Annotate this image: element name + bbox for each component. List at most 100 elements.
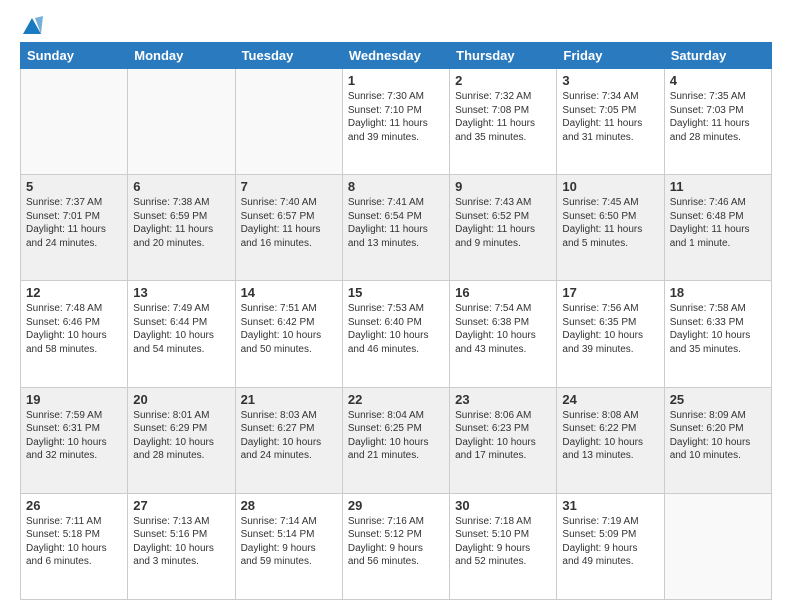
day-cell: 6Sunrise: 7:38 AM Sunset: 6:59 PM Daylig…: [128, 175, 235, 281]
day-cell: 25 Sunrise: 8:09 AM Sunset: 6:20 PM Dayli…: [664, 387, 771, 493]
day-cell: 2Sunrise: 7:32 AM Sunset: 7:08 PM Daylig…: [450, 69, 557, 175]
logo-icon: [21, 16, 43, 36]
day-number: 1: [348, 73, 444, 88]
day-number: 25: [670, 392, 766, 407]
day-info: Sunrise: 7:58 AM Sunset: 6:33 PM Dayligh…: [670, 302, 766, 356]
day-cell: 21 Sunrise: 8:03 AM Sunset: 6:27 PM Dayli…: [235, 387, 342, 493]
day-number: 16: [455, 285, 551, 300]
day-info: Sunrise: 8:06 AM Sunset: 6:23 PM Dayligh…: [455, 409, 551, 463]
day-info: Sunrise: 7:18 AM Sunset: 5:10 PM Dayligh…: [455, 515, 551, 569]
day-cell: 23Sunrise: 8:06 AM Sunset: 6:23 PM Dayli…: [450, 387, 557, 493]
day-info: Sunrise: 7:11 AM Sunset: 5:18 PM Dayligh…: [26, 515, 122, 569]
day-number: 30: [455, 498, 551, 513]
calendar-table: SundayMondayTuesdayWednesdayThursdayFrid…: [20, 42, 772, 600]
logo: [20, 16, 44, 32]
day-number: 8: [348, 179, 444, 194]
day-cell: 8 Sunrise: 7:41 AM Sunset: 6:54 PM Daylig…: [342, 175, 449, 281]
day-info: Sunrise: 8:03 AM Sunset: 6:27 PM Dayligh…: [241, 409, 337, 463]
day-info: Sunrise: 7:16 AM Sunset: 5:12 PM Dayligh…: [348, 515, 444, 569]
day-number: 11: [670, 179, 766, 194]
day-info: Sunrise: 7:59 AM Sunset: 6:31 PM Dayligh…: [26, 409, 122, 463]
day-cell: 28Sunrise: 7:14 AM Sunset: 5:14 PM Dayli…: [235, 493, 342, 599]
day-number: 26: [26, 498, 122, 513]
day-header-thursday: Thursday: [450, 43, 557, 69]
day-info: Sunrise: 7:37 AM Sunset: 7:01 PM Dayligh…: [26, 196, 122, 250]
day-cell: 9Sunrise: 7:43 AM Sunset: 6:52 PM Daylig…: [450, 175, 557, 281]
day-info: Sunrise: 7:51 AM Sunset: 6:42 PM Dayligh…: [241, 302, 337, 356]
day-number: 12: [26, 285, 122, 300]
day-number: 31: [562, 498, 658, 513]
day-info: Sunrise: 7:13 AM Sunset: 5:16 PM Dayligh…: [133, 515, 229, 569]
day-cell: 16 Sunrise: 7:54 AM Sunset: 6:38 PM Dayli…: [450, 281, 557, 387]
day-cell: 15 Sunrise: 7:53 AM Sunset: 6:40 PM Dayli…: [342, 281, 449, 387]
day-cell: 17 Sunrise: 7:56 AM Sunset: 6:35 PM Dayli…: [557, 281, 664, 387]
day-number: 7: [241, 179, 337, 194]
week-row-1: 1 Sunrise: 7:30 AM Sunset: 7:10 PM Daylig…: [21, 69, 772, 175]
day-cell: 14Sunrise: 7:51 AM Sunset: 6:42 PM Dayli…: [235, 281, 342, 387]
day-info: Sunrise: 7:54 AM Sunset: 6:38 PM Dayligh…: [455, 302, 551, 356]
day-cell: 29 Sunrise: 7:16 AM Sunset: 5:12 PM Dayli…: [342, 493, 449, 599]
day-info: Sunrise: 7:53 AM Sunset: 6:40 PM Dayligh…: [348, 302, 444, 356]
day-header-saturday: Saturday: [664, 43, 771, 69]
day-number: 19: [26, 392, 122, 407]
day-cell: 18 Sunrise: 7:58 AM Sunset: 6:33 PM Dayli…: [664, 281, 771, 387]
day-number: 15: [348, 285, 444, 300]
day-cell: 10 Sunrise: 7:45 AM Sunset: 6:50 PM Dayli…: [557, 175, 664, 281]
day-info: Sunrise: 7:56 AM Sunset: 6:35 PM Dayligh…: [562, 302, 658, 356]
day-cell: 31 Sunrise: 7:19 AM Sunset: 5:09 PM Dayli…: [557, 493, 664, 599]
day-cell: 27 Sunrise: 7:13 AM Sunset: 5:16 PM Dayli…: [128, 493, 235, 599]
day-cell: 20Sunrise: 8:01 AM Sunset: 6:29 PM Dayli…: [128, 387, 235, 493]
day-cell: 11 Sunrise: 7:46 AM Sunset: 6:48 PM Dayli…: [664, 175, 771, 281]
day-info: Sunrise: 7:45 AM Sunset: 6:50 PM Dayligh…: [562, 196, 658, 250]
day-header-wednesday: Wednesday: [342, 43, 449, 69]
day-cell: [235, 69, 342, 175]
day-cell: 1 Sunrise: 7:30 AM Sunset: 7:10 PM Daylig…: [342, 69, 449, 175]
week-row-5: 26 Sunrise: 7:11 AM Sunset: 5:18 PM Dayli…: [21, 493, 772, 599]
page: SundayMondayTuesdayWednesdayThursdayFrid…: [0, 0, 792, 612]
day-number: 24: [562, 392, 658, 407]
day-header-sunday: Sunday: [21, 43, 128, 69]
day-info: Sunrise: 7:19 AM Sunset: 5:09 PM Dayligh…: [562, 515, 658, 569]
day-number: 3: [562, 73, 658, 88]
day-number: 27: [133, 498, 229, 513]
day-cell: [664, 493, 771, 599]
day-header-monday: Monday: [128, 43, 235, 69]
day-number: 5: [26, 179, 122, 194]
day-number: 21: [241, 392, 337, 407]
day-cell: 26 Sunrise: 7:11 AM Sunset: 5:18 PM Dayli…: [21, 493, 128, 599]
day-info: Sunrise: 7:40 AM Sunset: 6:57 PM Dayligh…: [241, 196, 337, 250]
day-number: 29: [348, 498, 444, 513]
day-info: Sunrise: 7:35 AM Sunset: 7:03 PM Dayligh…: [670, 90, 766, 144]
header: [20, 16, 772, 32]
day-cell: 22Sunrise: 8:04 AM Sunset: 6:25 PM Dayli…: [342, 387, 449, 493]
week-row-2: 5 Sunrise: 7:37 AM Sunset: 7:01 PM Daylig…: [21, 175, 772, 281]
day-info: Sunrise: 7:48 AM Sunset: 6:46 PM Dayligh…: [26, 302, 122, 356]
day-number: 6: [133, 179, 229, 194]
day-number: 2: [455, 73, 551, 88]
day-cell: 3 Sunrise: 7:34 AM Sunset: 7:05 PM Daylig…: [557, 69, 664, 175]
day-number: 17: [562, 285, 658, 300]
day-info: Sunrise: 7:30 AM Sunset: 7:10 PM Dayligh…: [348, 90, 444, 144]
day-cell: 24Sunrise: 8:08 AM Sunset: 6:22 PM Dayli…: [557, 387, 664, 493]
week-row-3: 12 Sunrise: 7:48 AM Sunset: 6:46 PM Dayli…: [21, 281, 772, 387]
week-row-4: 19 Sunrise: 7:59 AM Sunset: 6:31 PM Dayli…: [21, 387, 772, 493]
day-header-tuesday: Tuesday: [235, 43, 342, 69]
day-info: Sunrise: 8:01 AM Sunset: 6:29 PM Dayligh…: [133, 409, 229, 463]
day-number: 4: [670, 73, 766, 88]
day-cell: 12 Sunrise: 7:48 AM Sunset: 6:46 PM Dayli…: [21, 281, 128, 387]
day-cell: [128, 69, 235, 175]
day-cell: 4 Sunrise: 7:35 AM Sunset: 7:03 PM Daylig…: [664, 69, 771, 175]
day-number: 10: [562, 179, 658, 194]
day-info: Sunrise: 8:09 AM Sunset: 6:20 PM Dayligh…: [670, 409, 766, 463]
day-header-friday: Friday: [557, 43, 664, 69]
day-info: Sunrise: 7:41 AM Sunset: 6:54 PM Dayligh…: [348, 196, 444, 250]
day-info: Sunrise: 7:46 AM Sunset: 6:48 PM Dayligh…: [670, 196, 766, 250]
day-number: 9: [455, 179, 551, 194]
day-cell: 5 Sunrise: 7:37 AM Sunset: 7:01 PM Daylig…: [21, 175, 128, 281]
day-number: 13: [133, 285, 229, 300]
day-number: 22: [348, 392, 444, 407]
day-cell: 13Sunrise: 7:49 AM Sunset: 6:44 PM Dayli…: [128, 281, 235, 387]
day-info: Sunrise: 7:34 AM Sunset: 7:05 PM Dayligh…: [562, 90, 658, 144]
header-row: SundayMondayTuesdayWednesdayThursdayFrid…: [21, 43, 772, 69]
day-number: 18: [670, 285, 766, 300]
